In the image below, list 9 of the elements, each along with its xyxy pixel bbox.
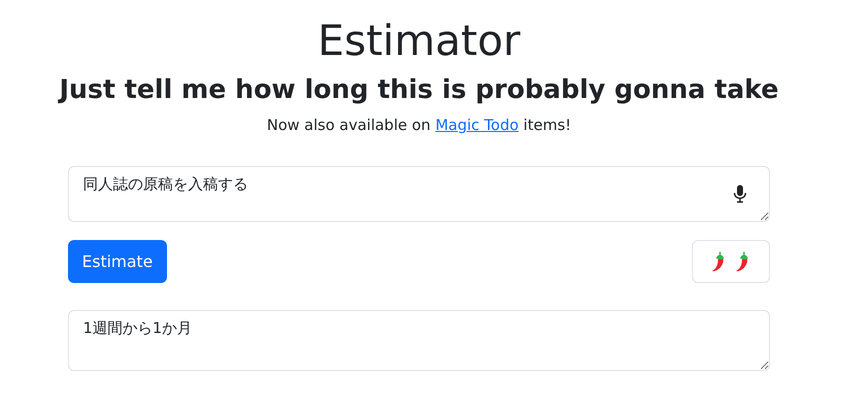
page-subtitle: Just tell me how long this is probably gonna take	[59, 74, 779, 107]
spiciness-button[interactable]	[692, 240, 770, 283]
task-input-field[interactable]: 同人誌の原稿を入稿する	[68, 166, 770, 222]
availability-note: Now also available on Magic Todo items!	[266, 115, 572, 136]
estimate-button[interactable]: Estimate	[68, 240, 167, 283]
magic-todo-link[interactable]: Magic Todo	[435, 116, 519, 134]
result-field[interactable]: 1週間から1か月	[68, 310, 770, 371]
microphone-icon[interactable]	[733, 185, 747, 203]
page-title: Estimator	[318, 15, 520, 67]
